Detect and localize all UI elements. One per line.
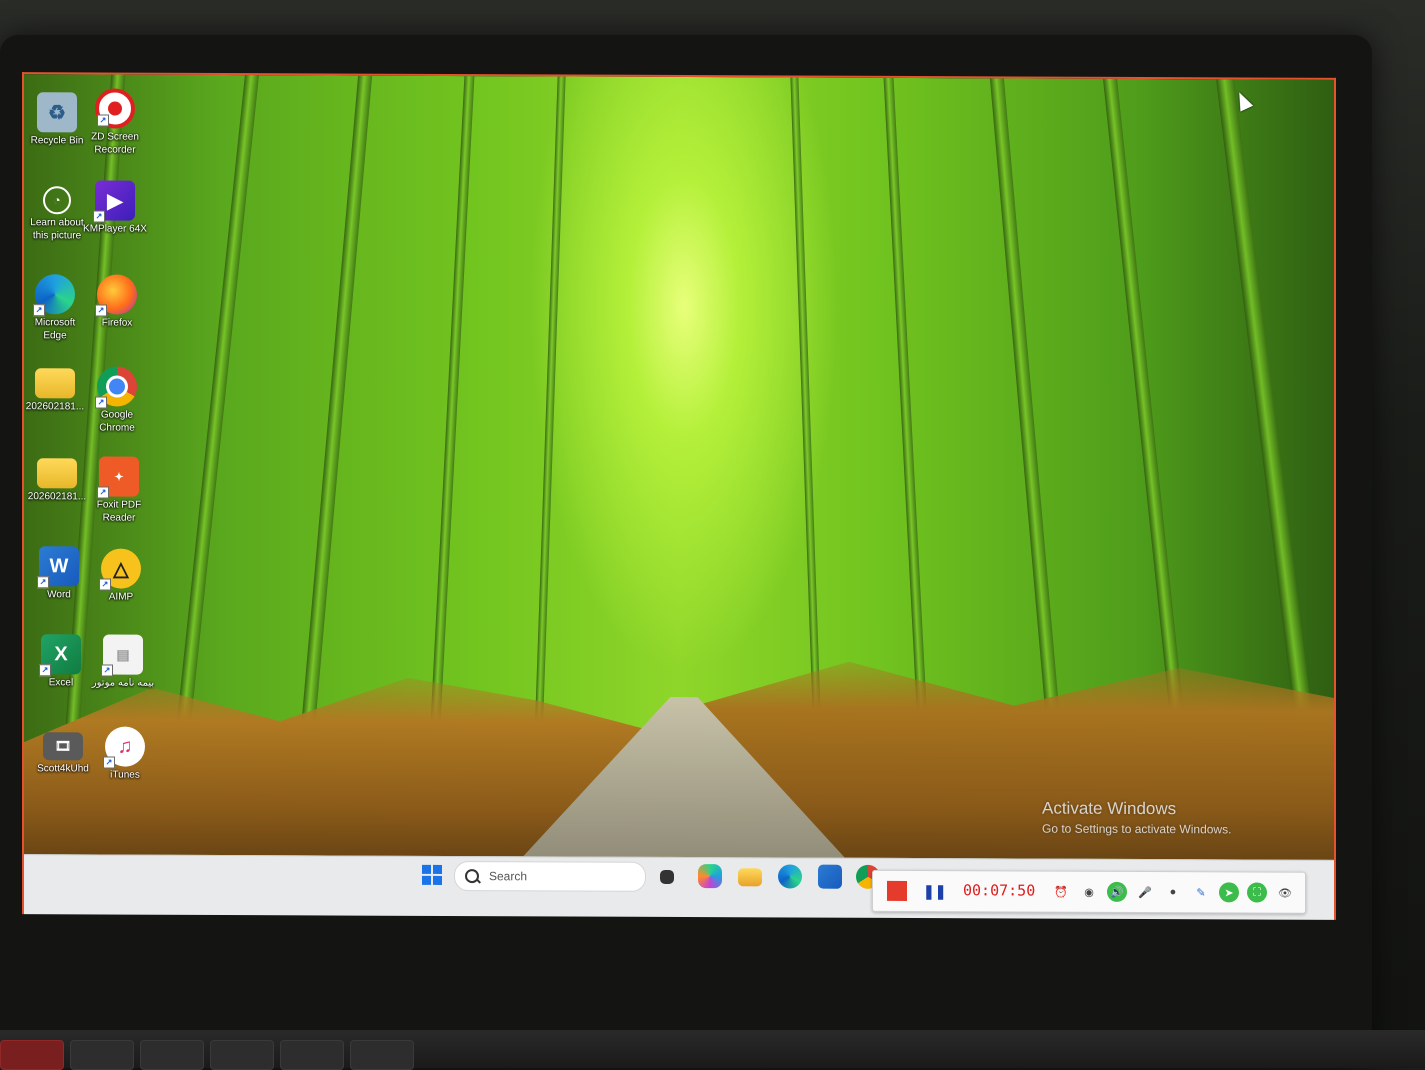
webcam-icon[interactable]: ●	[1163, 882, 1183, 902]
keyboard-key	[70, 1040, 134, 1070]
screen-recorder-bar: ❚❚ 00:07:50 ⏰ ◉ 🔊 🎤 ● ✎ ➤ ⛶ 👁	[872, 869, 1306, 914]
document-icon: ▤ ↗	[101, 634, 143, 677]
pen-icon[interactable]: ✎	[1191, 882, 1211, 902]
record-icon: ↗	[95, 88, 135, 129]
folder-icon	[37, 458, 77, 489]
recycle-bin-icon: ♻	[37, 92, 77, 133]
edge-icon[interactable]	[778, 864, 802, 889]
activate-subtitle: Go to Settings to activate Windows.	[1042, 821, 1232, 837]
play-icon: ▶ ↗	[93, 180, 135, 223]
folder-icon	[35, 368, 75, 399]
desktop-wallpaper	[24, 74, 1334, 860]
pdf-reader-icon: ✦ ↗	[97, 456, 139, 499]
store-icon[interactable]	[818, 864, 842, 889]
keyboard-key	[210, 1040, 274, 1070]
chrome-icon: ↗	[95, 366, 137, 409]
video-icon: 🎞	[43, 732, 83, 761]
desktop-icon-aimp[interactable]: △ ↗ AIMP	[88, 548, 154, 603]
eye-icon[interactable]: 👁	[1275, 883, 1295, 903]
desktop-icon-microsoft-edge[interactable]: ↗ Microsoft Edge	[22, 274, 88, 342]
desktop-icon-firefox[interactable]: ↗ Firefox	[84, 274, 150, 329]
file-explorer-icon[interactable]	[738, 868, 762, 887]
alarm-clock-icon[interactable]: ⏰	[1051, 882, 1071, 902]
info-camera-icon: ◔	[43, 186, 71, 215]
desktop-icon-folder-2[interactable]: 202602181...	[24, 458, 90, 503]
desktop-icon-word[interactable]: W ↗ Word	[26, 546, 92, 601]
activate-title: Activate Windows	[1042, 798, 1177, 819]
stop-recording-button[interactable]	[887, 880, 907, 901]
desktop-icon-itunes[interactable]: ♫ ↗ iTunes	[92, 726, 158, 781]
desktop-icon-scott4kuhd[interactable]: 🎞 Scott4kUhd	[30, 732, 96, 775]
desktop-icon-folder-1[interactable]: 202602181...	[22, 368, 88, 413]
activate-windows-watermark: Activate Windows Go to Settings to activ…	[1042, 799, 1231, 837]
laptop-screen: ♻ Recycle Bin ↗ ZD Screen Recorder ◔ Lea…	[22, 72, 1336, 920]
keyboard-key	[350, 1040, 414, 1070]
pause-recording-button[interactable]: ❚❚	[923, 883, 946, 900]
start-button[interactable]	[422, 864, 442, 885]
desktop-icon-foxit-pdf[interactable]: ✦ ↗ Foxit PDF Reader	[86, 456, 152, 524]
search-icon	[465, 869, 479, 884]
music-note-icon: ♫ ↗	[103, 726, 145, 769]
camera-icon[interactable]: ◉	[1079, 882, 1099, 902]
copilot-icon[interactable]	[698, 864, 722, 889]
keyboard-key	[280, 1040, 344, 1070]
cursor-highlight-icon[interactable]: ➤	[1219, 882, 1239, 903]
desktop-icon-arabic-file[interactable]: ▤ ↗ بيمه نامه موتور	[90, 634, 156, 689]
aimp-icon: △ ↗	[99, 548, 141, 591]
desktop-icon-excel[interactable]: X ↗ Excel	[28, 634, 94, 689]
firefox-icon: ↗	[95, 274, 137, 317]
edge-icon: ↗	[33, 274, 75, 317]
taskbar-search[interactable]: Search	[454, 861, 646, 892]
desktop-icon-kmplayer[interactable]: ▶ ↗ KMPlayer 64X	[82, 180, 148, 235]
desktop-icon-google-chrome[interactable]: ↗ Google Chrome	[84, 366, 150, 434]
keyboard-key	[140, 1040, 204, 1070]
speaker-icon[interactable]: 🔊	[1107, 881, 1127, 902]
task-view-icon[interactable]	[660, 869, 674, 884]
desktop-icon-zd-screen-recorder[interactable]: ↗ ZD Screen Recorder	[82, 88, 148, 156]
desktop-icon-recycle-bin[interactable]: ♻ Recycle Bin	[24, 92, 90, 147]
word-icon: W ↗	[37, 546, 79, 589]
search-placeholder: Search	[489, 869, 528, 884]
recording-timer: 00:07:50	[963, 881, 1036, 900]
excel-icon: X ↗	[39, 634, 81, 677]
desktop-icon-learn-about-picture[interactable]: ◔ Learn about this picture	[24, 186, 90, 242]
keyboard-key	[0, 1040, 64, 1070]
fullscreen-icon[interactable]: ⛶	[1247, 882, 1267, 903]
microphone-icon[interactable]: 🎤	[1135, 882, 1155, 902]
